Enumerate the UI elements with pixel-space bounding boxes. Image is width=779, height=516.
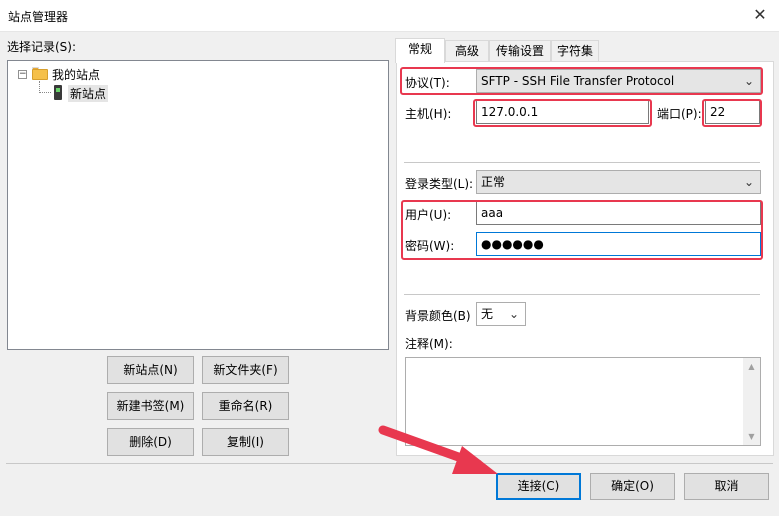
- comments-textarea[interactable]: ▲ ▼: [405, 357, 761, 446]
- ok-button[interactable]: 确定(O): [590, 473, 675, 500]
- logon-type-value: 正常: [481, 175, 506, 189]
- site-tree[interactable]: − 我的站点 新站点: [7, 60, 389, 350]
- bg-color-value: 无: [481, 307, 494, 321]
- footer-divider: [6, 463, 773, 464]
- folder-icon: [32, 67, 48, 80]
- tree-item-new-site[interactable]: 新站点: [68, 85, 109, 102]
- bg-color-select[interactable]: 无 ⌄: [476, 302, 526, 326]
- collapse-icon[interactable]: −: [18, 70, 27, 79]
- tree-item-my-sites[interactable]: 我的站点: [52, 66, 100, 83]
- highlight-host: [473, 99, 652, 127]
- cancel-button[interactable]: 取消: [684, 473, 769, 500]
- logon-type-label: 登录类型(L):: [405, 177, 474, 191]
- logon-type-select[interactable]: 正常 ⌄: [476, 170, 761, 194]
- highlight-credentials: [401, 200, 763, 260]
- rename-button[interactable]: 重命名(R): [202, 392, 289, 420]
- divider: [404, 162, 760, 163]
- connect-button[interactable]: 连接(C): [496, 473, 581, 500]
- close-icon[interactable]: ✕: [748, 5, 772, 27]
- tab-advanced[interactable]: 高级: [445, 40, 489, 62]
- scroll-up-icon[interactable]: ▲: [743, 358, 760, 375]
- host-label: 主机(H):: [405, 107, 452, 121]
- port-label: 端口(P):: [657, 107, 702, 121]
- titlebar: 站点管理器 ✕: [0, 0, 779, 32]
- bg-color-label: 背景颜色(B): [405, 309, 471, 323]
- highlight-port: [702, 99, 762, 127]
- chevron-down-icon: ⌄: [743, 175, 754, 189]
- tab-transfer-settings[interactable]: 传输设置: [489, 40, 551, 62]
- tab-charset[interactable]: 字符集: [551, 40, 599, 62]
- new-folder-button[interactable]: 新文件夹(F): [202, 356, 289, 384]
- chevron-down-icon: ⌄: [508, 307, 519, 321]
- tab-strip: 常规 高级 传输设置 字符集: [395, 38, 775, 63]
- new-bookmark-button[interactable]: 新建书签(M): [107, 392, 194, 420]
- scrollbar[interactable]: ▲ ▼: [743, 358, 760, 445]
- select-entry-label: 选择记录(S):: [7, 40, 77, 54]
- delete-button[interactable]: 删除(D): [107, 428, 194, 456]
- scroll-down-icon[interactable]: ▼: [743, 428, 760, 445]
- copy-button[interactable]: 复制(I): [202, 428, 289, 456]
- highlight-protocol: [400, 67, 763, 95]
- server-icon: [54, 85, 62, 100]
- new-site-button[interactable]: 新站点(N): [107, 356, 194, 384]
- window-title: 站点管理器: [8, 10, 69, 24]
- comments-label: 注释(M):: [405, 337, 453, 351]
- tab-general[interactable]: 常规: [395, 38, 445, 63]
- tree-connector: [39, 92, 51, 93]
- divider: [404, 294, 760, 295]
